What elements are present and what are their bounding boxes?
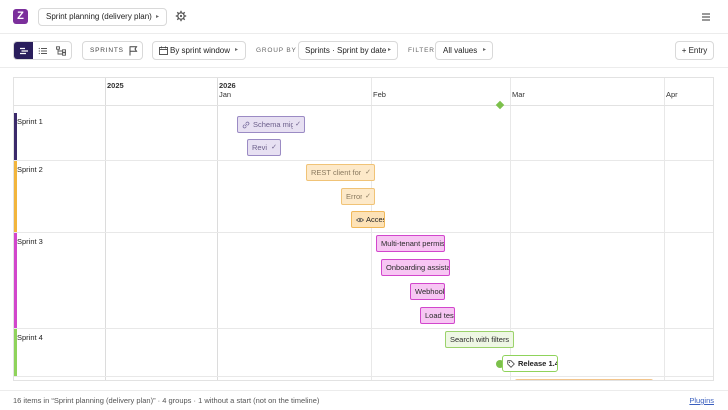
year-label: 2026 xyxy=(219,81,236,90)
plan-selector[interactable]: Sprint planning (delivery plan) ▸ xyxy=(38,8,167,26)
group-color-bar xyxy=(14,233,17,328)
group-label: Sprint 1 xyxy=(17,117,43,126)
item-label: Load testing xyxy=(425,311,454,320)
item-count-summary: 16 items in “Sprint planning (delivery p… xyxy=(13,396,320,405)
item-label: Onboarding assistant xyxy=(386,263,449,272)
tree-view-icon xyxy=(56,45,66,56)
timeline: 2025 2026 Jan Feb Mar Apr Sprint 1 Sprin… xyxy=(13,77,714,381)
timeline-view-button[interactable] xyxy=(14,42,33,59)
toolbar: SPRINTS By sprint window ▸ GROUP BY Spri… xyxy=(0,34,728,68)
tag-icon xyxy=(507,359,515,368)
month-label: Mar xyxy=(512,90,525,99)
release-label: Release 1.4 xyxy=(518,359,557,368)
release-milestone[interactable]: Release 1.4 xyxy=(502,355,558,372)
timeline-item[interactable]: Review ✓ xyxy=(247,139,281,156)
item-label: Schema migration xyxy=(253,120,293,129)
check-icon: ✓ xyxy=(365,169,371,176)
filter-select[interactable]: All values ▸ xyxy=(435,41,493,60)
plugins-link[interactable]: Plugins xyxy=(689,391,714,410)
timeline-item[interactable] xyxy=(515,379,653,380)
filter-value: All values xyxy=(443,46,478,55)
add-entry-button[interactable]: + Entry xyxy=(675,41,714,60)
plan-caret-icon: ▸ xyxy=(155,14,159,20)
sprint-window-label: By sprint window xyxy=(170,46,231,55)
list-view-icon xyxy=(38,47,47,54)
check-icon: ✓ xyxy=(271,144,277,151)
item-label: Review xyxy=(252,143,267,152)
eye-icon xyxy=(356,217,364,222)
top-bar: Z Sprint planning (delivery plan) ▸ xyxy=(0,0,728,34)
timeline-item[interactable]: Access xyxy=(351,211,385,228)
sprint-window-select[interactable]: By sprint window ▸ xyxy=(152,41,246,60)
view-switcher xyxy=(13,41,72,60)
app-logo[interactable]: Z xyxy=(13,9,28,24)
status-bar: 16 items in “Sprint planning (delivery p… xyxy=(0,390,728,410)
group-label: Sprint 3 xyxy=(17,237,43,246)
group-separator xyxy=(14,232,713,233)
group-separator xyxy=(14,160,713,161)
item-label: Multi-tenant permissions xyxy=(381,239,444,248)
list-view-button[interactable] xyxy=(33,42,52,59)
timeline-item[interactable]: Search with filters xyxy=(445,331,514,348)
group-label: Sprint 4 xyxy=(17,333,43,342)
timeline-item[interactable]: Multi-tenant permissions xyxy=(376,235,445,252)
filter-label: FILTER xyxy=(408,47,435,54)
sprints-label: SPRINTS xyxy=(90,47,124,54)
timeline-item[interactable]: Load testing xyxy=(420,307,455,324)
item-label: Search with filters xyxy=(450,335,510,344)
timeline-item[interactable]: Onboarding assistant xyxy=(381,259,450,276)
year-divider xyxy=(105,78,106,380)
group-by-select[interactable]: Sprints · Sprint by date ▸ xyxy=(298,41,398,60)
group-by-caret-icon: ▸ xyxy=(387,47,391,53)
month-divider xyxy=(371,78,372,380)
calendar-icon xyxy=(159,46,168,55)
menu-icon[interactable] xyxy=(700,11,712,23)
group-separator xyxy=(14,376,713,377)
check-icon: ✓ xyxy=(365,193,371,200)
year-label: 2025 xyxy=(107,81,124,90)
item-label: REST client for xyxy=(311,168,361,177)
month-label: Apr xyxy=(666,90,678,99)
year-divider xyxy=(217,78,218,380)
filter-caret-icon: ▸ xyxy=(482,47,486,53)
timeline-item[interactable]: Webhooks xyxy=(410,283,445,300)
timeline-item[interactable]: Errors ✓ xyxy=(341,188,375,205)
sprint-window-caret-icon: ▸ xyxy=(234,47,238,53)
item-label: Errors xyxy=(346,192,362,201)
timeline-item[interactable]: REST client for ✓ xyxy=(306,164,375,181)
gear-icon[interactable] xyxy=(175,10,187,22)
plan-name: Sprint planning (delivery plan) xyxy=(46,12,152,21)
month-label: Feb xyxy=(373,90,386,99)
link-icon xyxy=(242,121,250,128)
group-by-label: GROUP BY xyxy=(256,47,297,54)
group-by-value: Sprints · Sprint by date xyxy=(305,46,387,55)
item-label: Access xyxy=(366,215,384,224)
item-label: Webhooks xyxy=(415,287,444,296)
timeline-view-icon xyxy=(19,47,28,54)
check-icon: ✓ xyxy=(295,121,301,128)
group-label: Sprint 2 xyxy=(17,165,43,174)
tree-view-button[interactable] xyxy=(52,42,71,59)
flag-icon xyxy=(129,46,138,56)
group-separator xyxy=(14,328,713,329)
timeline-item[interactable]: Schema migration ✓ xyxy=(237,116,305,133)
sprints-button[interactable]: SPRINTS xyxy=(82,41,143,60)
timeline-header: 2025 2026 Jan Feb Mar Apr xyxy=(14,78,713,106)
month-divider xyxy=(664,78,665,380)
month-label: Jan xyxy=(219,90,232,99)
